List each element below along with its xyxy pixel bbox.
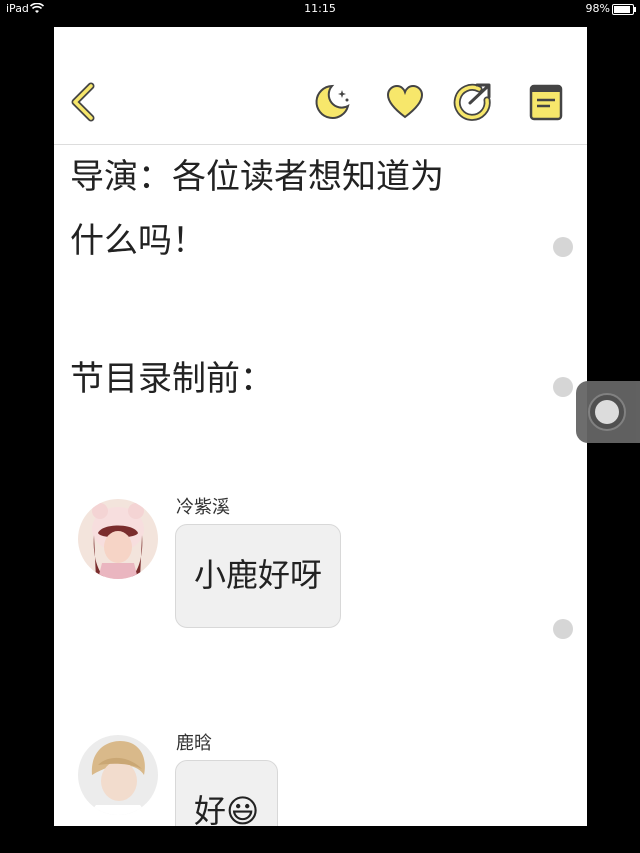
page-indicator-dot [553, 619, 573, 639]
story-line: 导演：各位读者想知道为 [70, 157, 444, 197]
night-mode-button[interactable] [312, 82, 352, 122]
avatar-image [78, 735, 158, 815]
reader-page: 导演：各位读者想知道为 什么吗！ 节目录制前： 冷紫溪 小鹿好呀 鹿晗 好😃 [54, 27, 587, 826]
catalog-button[interactable] [526, 82, 566, 122]
refresh-arrow-icon [453, 83, 491, 121]
sender-name: 鹿晗 [176, 733, 212, 754]
status-time: 11:15 [304, 2, 336, 15]
assistive-touch-core [595, 400, 619, 424]
moon-icon [315, 84, 350, 119]
message-bubble[interactable]: 小鹿好呀 [175, 524, 342, 628]
chevron-left-icon [71, 82, 95, 122]
battery-percent: 98% [585, 2, 610, 15]
page-indicator-dot [553, 237, 573, 257]
avatar[interactable] [78, 735, 158, 815]
assistive-touch-button[interactable] [576, 381, 640, 443]
favorite-button[interactable] [385, 82, 425, 122]
story-line: 节目录制前： [70, 359, 274, 399]
page-indicator-dot [553, 377, 573, 397]
battery-icon [612, 4, 636, 15]
avatar[interactable] [78, 499, 158, 579]
book-icon [529, 84, 563, 121]
avatar-image [78, 499, 158, 579]
sender-name: 冷紫溪 [176, 497, 230, 518]
message-bubble[interactable]: 好😃 [175, 760, 279, 826]
story-content: 导演：各位读者想知道为 什么吗！ 节目录制前： 冷紫溪 小鹿好呀 鹿晗 好😃 [54, 145, 587, 826]
story-line: 什么吗！ [70, 221, 206, 261]
reader-toolbar [54, 27, 587, 145]
heart-icon [386, 84, 424, 119]
status-bar: iPad 11:15 98% [0, 0, 640, 18]
back-button[interactable] [64, 82, 104, 122]
share-button[interactable] [453, 82, 493, 122]
